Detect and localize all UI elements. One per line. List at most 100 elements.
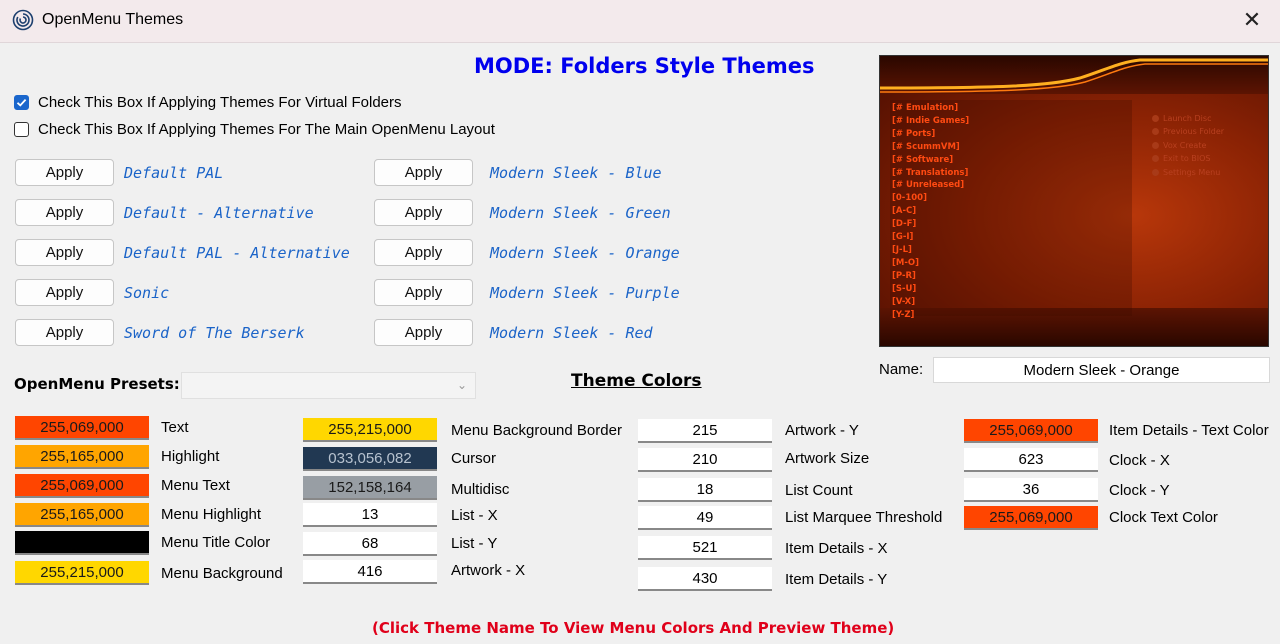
preview-folder-item: [# Software] xyxy=(892,154,954,165)
numeric-field[interactable]: 18 xyxy=(638,478,772,502)
apply-button[interactable]: Apply xyxy=(374,279,473,306)
theme-property-label: Multidisc xyxy=(451,481,510,498)
theme-property-label: List Marquee Threshold xyxy=(785,509,943,526)
apply-button[interactable]: Apply xyxy=(15,159,114,186)
color-swatch-field[interactable]: 255,069,000 xyxy=(15,474,149,498)
numeric-field[interactable]: 430 xyxy=(638,567,772,591)
virtual-folders-checkbox-row[interactable]: Check This Box If Applying Themes For Vi… xyxy=(14,92,402,112)
theme-property-label: Menu Title Color xyxy=(161,534,271,551)
title-bar: OpenMenu Themes ✕ xyxy=(0,0,1280,43)
preview-folder-item: [# Emulation] xyxy=(892,103,959,113)
theme-name-link[interactable]: Sword of The Berserk xyxy=(124,324,305,342)
preview-folder-item: [# Indie Games] xyxy=(892,115,970,126)
theme-property-label: List Count xyxy=(785,482,853,499)
virtual-folders-checkbox[interactable] xyxy=(14,94,29,110)
theme-property-label: Clock Text Color xyxy=(1109,509,1218,526)
preview-folder-item: [# Ports] xyxy=(892,128,936,139)
chevron-down-icon: ⌄ xyxy=(456,378,467,392)
preview-menu-label: Settings Menu xyxy=(1163,167,1221,177)
preview-folder-item: [A-C] xyxy=(892,206,917,217)
main-layout-label: Check This Box If Applying Themes For Th… xyxy=(38,120,495,138)
preview-folder-item: [G-I] xyxy=(892,232,914,243)
numeric-field[interactable]: 623 xyxy=(964,448,1098,472)
apply-button[interactable]: Apply xyxy=(15,199,114,226)
color-swatch-field[interactable]: 255,215,000 xyxy=(303,418,437,442)
numeric-field[interactable]: 13 xyxy=(303,503,437,527)
color-swatch-field[interactable]: 255,069,000 xyxy=(15,416,149,440)
numeric-field[interactable]: 210 xyxy=(638,448,772,472)
numeric-field[interactable]: 36 xyxy=(964,478,1098,502)
presets-dropdown[interactable]: ⌄ xyxy=(181,372,476,399)
numeric-field[interactable]: 416 xyxy=(303,560,437,584)
apply-button[interactable]: Apply xyxy=(374,199,473,226)
theme-name-link[interactable]: Modern Sleek - Orange xyxy=(490,244,680,262)
close-icon[interactable]: ✕ xyxy=(1238,6,1266,34)
preview-folder-item: [D-F] xyxy=(892,219,917,230)
numeric-field[interactable]: 49 xyxy=(638,506,772,530)
theme-name-link[interactable]: Default PAL - Alternative xyxy=(124,244,350,262)
theme-property-label: Menu Background xyxy=(161,565,283,582)
theme-name-link[interactable]: Modern Sleek - Purple xyxy=(490,284,680,302)
theme-property-label: List - X xyxy=(451,507,498,524)
theme-name-link[interactable]: Modern Sleek - Blue xyxy=(490,164,662,182)
numeric-field[interactable]: 215 xyxy=(638,419,772,443)
apply-button[interactable]: Apply xyxy=(15,319,114,346)
theme-property-label: Cursor xyxy=(451,450,497,467)
preview-side-menu: Launch Disc Previous Folder Vox Create Exit… xyxy=(1152,112,1224,179)
menu-dot-icon xyxy=(1152,155,1159,163)
theme-name-link[interactable]: Default PAL xyxy=(124,164,223,182)
numeric-field[interactable]: 68 xyxy=(303,532,437,556)
theme-property-label: Item Details - Y xyxy=(785,571,888,588)
preview-menu-item: Launch Disc xyxy=(1152,112,1224,125)
color-swatch-field[interactable]: 033,056,082 xyxy=(303,447,437,471)
menu-dot-icon xyxy=(1152,141,1159,149)
theme-property-label: List - Y xyxy=(451,535,498,552)
theme-property-label: Menu Text xyxy=(161,477,230,494)
color-swatch-field[interactable]: 152,158,164 xyxy=(303,476,437,500)
preview-menu-item: Vox Create xyxy=(1152,139,1224,152)
theme-colors-heading: Theme Colors xyxy=(571,371,702,391)
color-swatch-field[interactable]: 255,069,000 xyxy=(964,419,1098,443)
theme-name-link[interactable]: Default - Alternative xyxy=(124,204,314,222)
apply-button[interactable]: Apply xyxy=(15,279,114,306)
main-layout-checkbox-row[interactable]: Check This Box If Applying Themes For Th… xyxy=(14,119,495,139)
preview-menu-label: Vox Create xyxy=(1163,140,1207,150)
color-swatch-field[interactable]: 255,069,000 xyxy=(964,506,1098,530)
theme-name-field[interactable]: Modern Sleek - Orange xyxy=(933,357,1270,383)
apply-button[interactable]: Apply xyxy=(374,239,473,266)
theme-name-link[interactable]: Modern Sleek - Green xyxy=(490,204,671,222)
preview-menu-label: Exit to BIOS xyxy=(1163,154,1211,164)
preview-folder-item: [M-O] xyxy=(892,257,919,268)
theme-name-link[interactable]: Modern Sleek - Red xyxy=(490,324,653,342)
preview-folder-item: [S-U] xyxy=(892,283,917,294)
checkmark-icon xyxy=(16,98,27,107)
name-label: Name: xyxy=(879,361,924,378)
preview-menu-item: Settings Menu xyxy=(1152,166,1224,179)
menu-dot-icon xyxy=(1152,128,1159,136)
mode-title: MODE: Folders Style Themes xyxy=(474,54,815,78)
numeric-field[interactable]: 521 xyxy=(638,536,772,560)
preview-folder-item: [# Unreleased] xyxy=(892,180,965,191)
theme-property-label: Clock - Y xyxy=(1109,482,1170,499)
apply-button[interactable]: Apply xyxy=(15,239,114,266)
apply-button[interactable]: Apply xyxy=(374,159,473,186)
preview-menu-label: Previous Folder xyxy=(1163,127,1225,137)
color-swatch-field[interactable] xyxy=(15,531,149,555)
menu-dot-icon xyxy=(1152,115,1159,122)
apply-button[interactable]: Apply xyxy=(374,319,473,346)
theme-name-link[interactable]: Sonic xyxy=(124,284,169,302)
preview-menu-item: Previous Folder xyxy=(1152,125,1224,138)
theme-property-label: Clock - X xyxy=(1109,452,1170,469)
color-swatch-field[interactable]: 255,215,000 xyxy=(15,561,149,585)
theme-property-label: Menu Background Border xyxy=(451,422,622,439)
theme-property-label: Item Details - X xyxy=(785,540,888,557)
color-swatch-field[interactable]: 255,165,000 xyxy=(15,503,149,527)
preview-folder-list: [# Emulation] [# Indie Games] [# Ports] [# … xyxy=(892,102,969,321)
color-swatch-field[interactable]: 255,165,000 xyxy=(15,445,149,469)
app-spiral-icon xyxy=(12,9,34,31)
preview-folder-item: [P-R] xyxy=(892,270,916,281)
preview-menu-item: Exit to BIOS xyxy=(1152,152,1224,165)
theme-property-label: Artwork - Y xyxy=(785,422,859,439)
main-layout-checkbox[interactable] xyxy=(14,121,29,137)
virtual-folders-label: Check This Box If Applying Themes For Vi… xyxy=(38,93,402,111)
